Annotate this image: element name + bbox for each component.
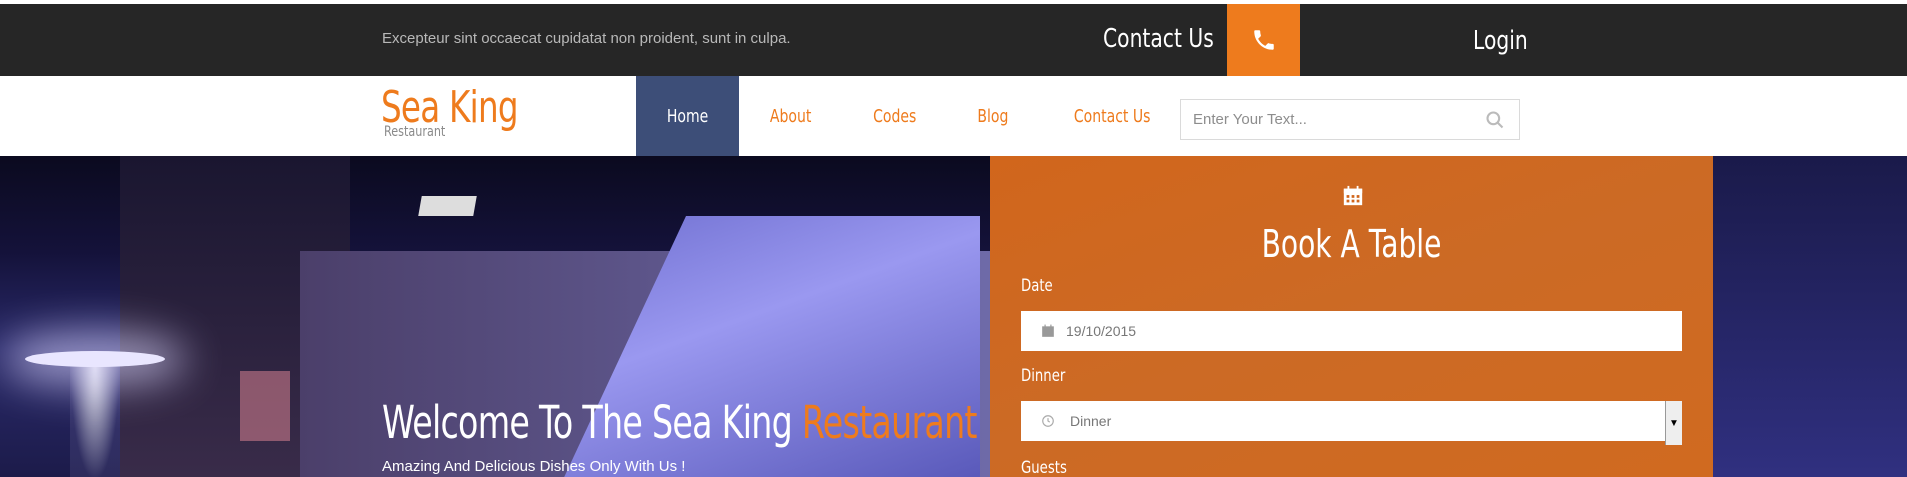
search-input[interactable] — [1191, 110, 1475, 129]
nav-item-contact[interactable]: Contact Us — [1038, 76, 1186, 156]
hero-right-background — [1712, 156, 1907, 477]
booking-title: Book A Table — [990, 222, 1713, 266]
nav-item-label: Blog — [977, 105, 1009, 127]
nav-item-home[interactable]: Home — [636, 76, 740, 156]
nav-item-about[interactable]: About — [739, 76, 842, 156]
booking-panel: Book A Table Date 19/10/2015 Dinner Dinn… — [990, 156, 1713, 477]
search-icon[interactable] — [1485, 110, 1505, 135]
logo-subtitle: Restaurant — [384, 124, 446, 140]
nav-item-codes[interactable]: Codes — [842, 76, 947, 156]
hero-title-main: Welcome To The Sea King — [382, 396, 802, 449]
date-field[interactable]: 19/10/2015 — [1021, 311, 1682, 351]
hero-title-accent: Restaurant — [801, 396, 978, 449]
nav-item-label: About — [770, 105, 812, 127]
nav-menu: Home About Codes Blog Contact Us — [636, 76, 1186, 156]
phone-button[interactable] — [1227, 4, 1300, 76]
hero-title: Welcome To The Sea King Restaurant — [382, 396, 977, 449]
meal-select[interactable]: Dinner ▼ — [1021, 401, 1682, 445]
clock-icon — [1041, 414, 1055, 433]
nav-item-label: Codes — [873, 105, 917, 127]
login-link[interactable]: Login — [1473, 26, 1528, 56]
hero-lamp-glow — [70, 361, 120, 477]
top-bar: Excepteur sint occaecat cupidatat non pr… — [0, 0, 1907, 76]
date-value: 19/10/2015 — [1066, 323, 1137, 339]
search-box — [1180, 99, 1520, 140]
calendar-icon — [1342, 185, 1364, 212]
hero-lamp — [25, 351, 165, 367]
nav-item-label: Home — [666, 105, 709, 127]
meal-value: Dinner — [1070, 413, 1112, 429]
phone-icon — [1253, 30, 1274, 50]
calendar-small-icon — [1041, 324, 1055, 343]
date-label: Date — [1021, 276, 1053, 296]
hero-spotlight — [418, 196, 477, 216]
top-tagline: Excepteur sint occaecat cupidatat non pr… — [382, 30, 791, 47]
nav-item-label: Contact Us — [1073, 105, 1151, 127]
hero-subtitle: Amazing And Delicious Dishes Only With U… — [382, 458, 686, 475]
hero-window — [240, 371, 290, 441]
booking-title-text: Book A Table — [1261, 222, 1442, 266]
guests-label: Guests — [1021, 458, 1067, 477]
top-strip — [0, 0, 1907, 4]
chevron-down-icon[interactable]: ▼ — [1665, 401, 1682, 445]
top-contact-link[interactable]: Contact Us — [1103, 24, 1214, 54]
nav-item-blog[interactable]: Blog — [948, 76, 1038, 156]
meal-label: Dinner — [1021, 366, 1066, 386]
